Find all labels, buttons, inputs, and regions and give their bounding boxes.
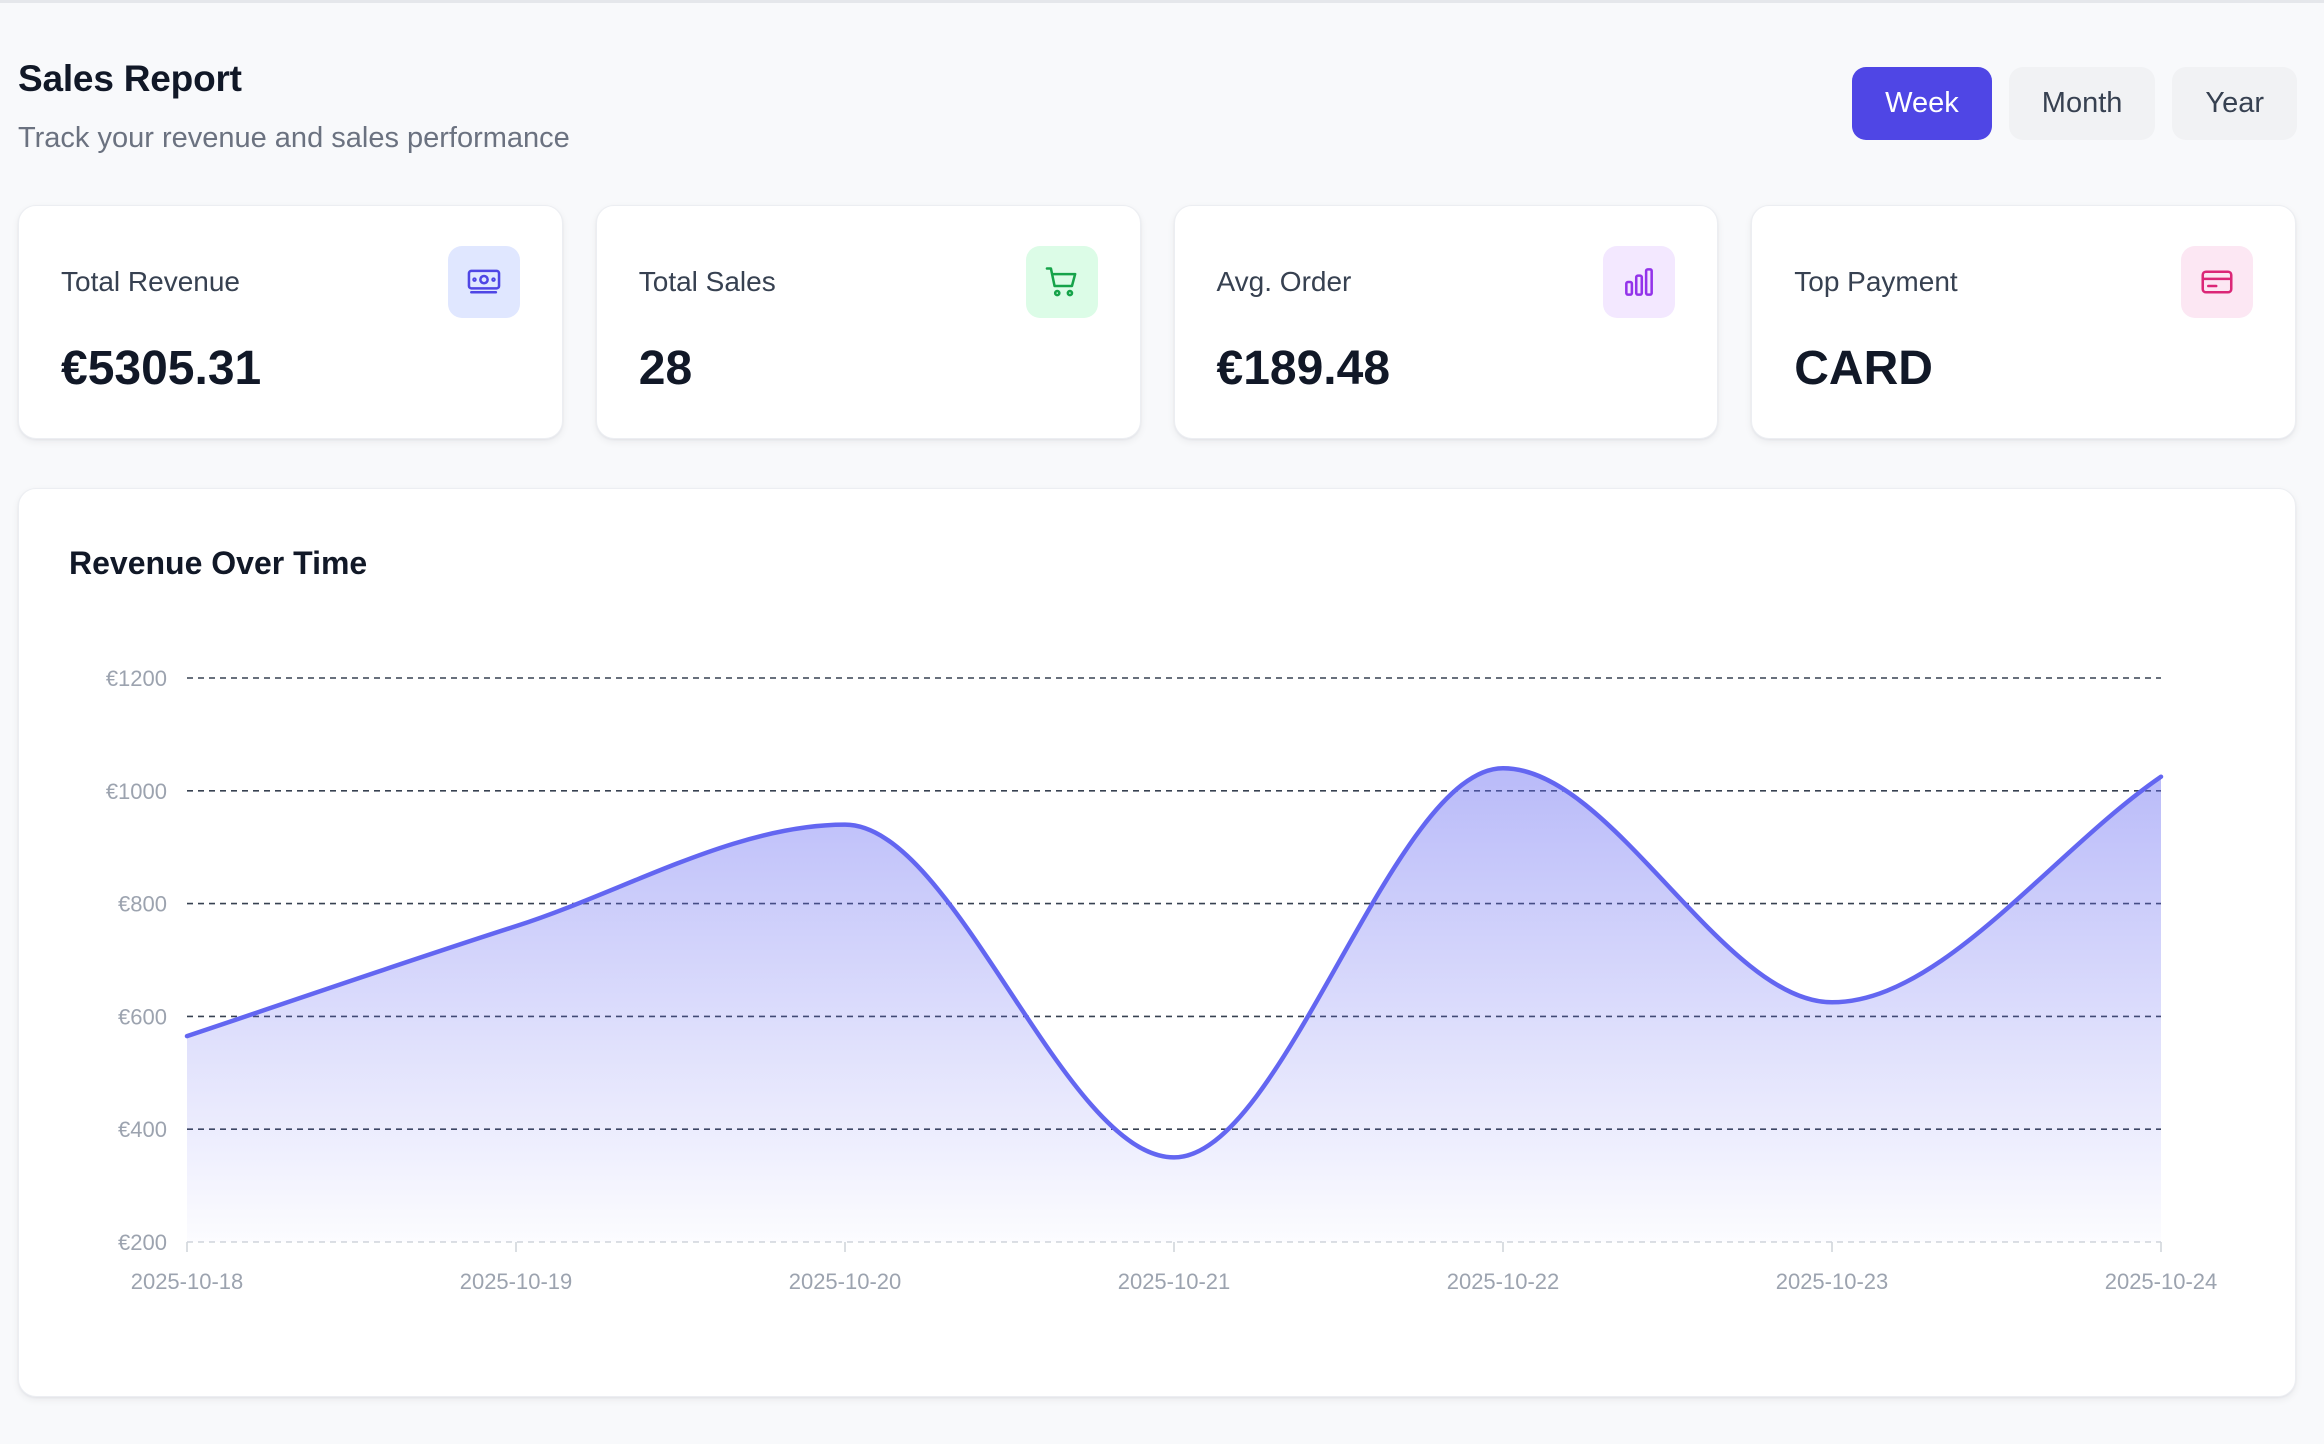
week-button[interactable]: Week [1852, 67, 1992, 140]
stat-value: 28 [638, 342, 693, 395]
y-tick-label: €800 [118, 892, 167, 917]
top-payment-card: Top Payment CARD [1751, 205, 2296, 439]
stat-value: €5305.31 [61, 342, 262, 395]
bar-chart-icon [1603, 246, 1676, 318]
x-tick-label: 2025-10-20 [789, 1269, 902, 1294]
x-tick-label: 2025-10-23 [1776, 1269, 1889, 1294]
page-subtitle: Track your revenue and sales performance [18, 122, 570, 154]
x-tick-label: 2025-10-22 [1447, 1269, 1560, 1294]
time-range-toggle: Week Month Year [1852, 67, 2297, 140]
stat-value: CARD [1794, 342, 1933, 395]
page-title: Sales Report [18, 58, 242, 99]
total-sales-card: Total Sales 28 [595, 205, 1141, 439]
stat-label: Total Revenue [61, 266, 241, 297]
banknote-icon [447, 246, 520, 318]
credit-card-icon [2181, 246, 2253, 318]
top-border [0, 0, 2324, 3]
x-tick-label: 2025-10-19 [460, 1269, 573, 1294]
month-button[interactable]: Month [2008, 67, 2156, 140]
year-button[interactable]: Year [2172, 67, 2297, 140]
shopping-cart-icon [1025, 246, 1098, 318]
revenue-chart-card: €200 €400 €600 €800 €1000 €1200 2025-10-18 2025… [18, 488, 2296, 1397]
y-tick-label: €1200 [106, 666, 167, 691]
stat-label: Total Sales [638, 266, 776, 297]
stat-label: Top Payment [1794, 266, 1958, 297]
stat-label: Avg. Order [1216, 266, 1352, 297]
stat-value: €189.48 [1216, 342, 1391, 395]
y-tick-label: €1000 [106, 779, 167, 804]
y-tick-label: €200 [118, 1230, 167, 1255]
avg-order-card: Avg. Order €189.48 [1173, 205, 1719, 439]
page-header: Sales Report Track your revenue and sale… [18, 58, 570, 155]
y-tick-label: €600 [118, 1004, 167, 1029]
chart-title: Revenue Over Time [69, 545, 368, 581]
total-revenue-card: Total Revenue €5305.31 [18, 205, 563, 439]
stats-row: Total Revenue €5305.31 Total Sales 28 Av… [18, 205, 2296, 439]
revenue-area-chart: €200 €400 €600 €800 €1000 €1200 2025-10-18 2025… [106, 666, 2218, 1294]
revenue-area [187, 768, 2161, 1242]
x-tick-label: 2025-10-24 [2105, 1269, 2218, 1294]
x-tick-label: 2025-10-18 [131, 1269, 244, 1294]
y-tick-label: €400 [118, 1117, 167, 1142]
x-tick-label: 2025-10-21 [1118, 1269, 1231, 1294]
